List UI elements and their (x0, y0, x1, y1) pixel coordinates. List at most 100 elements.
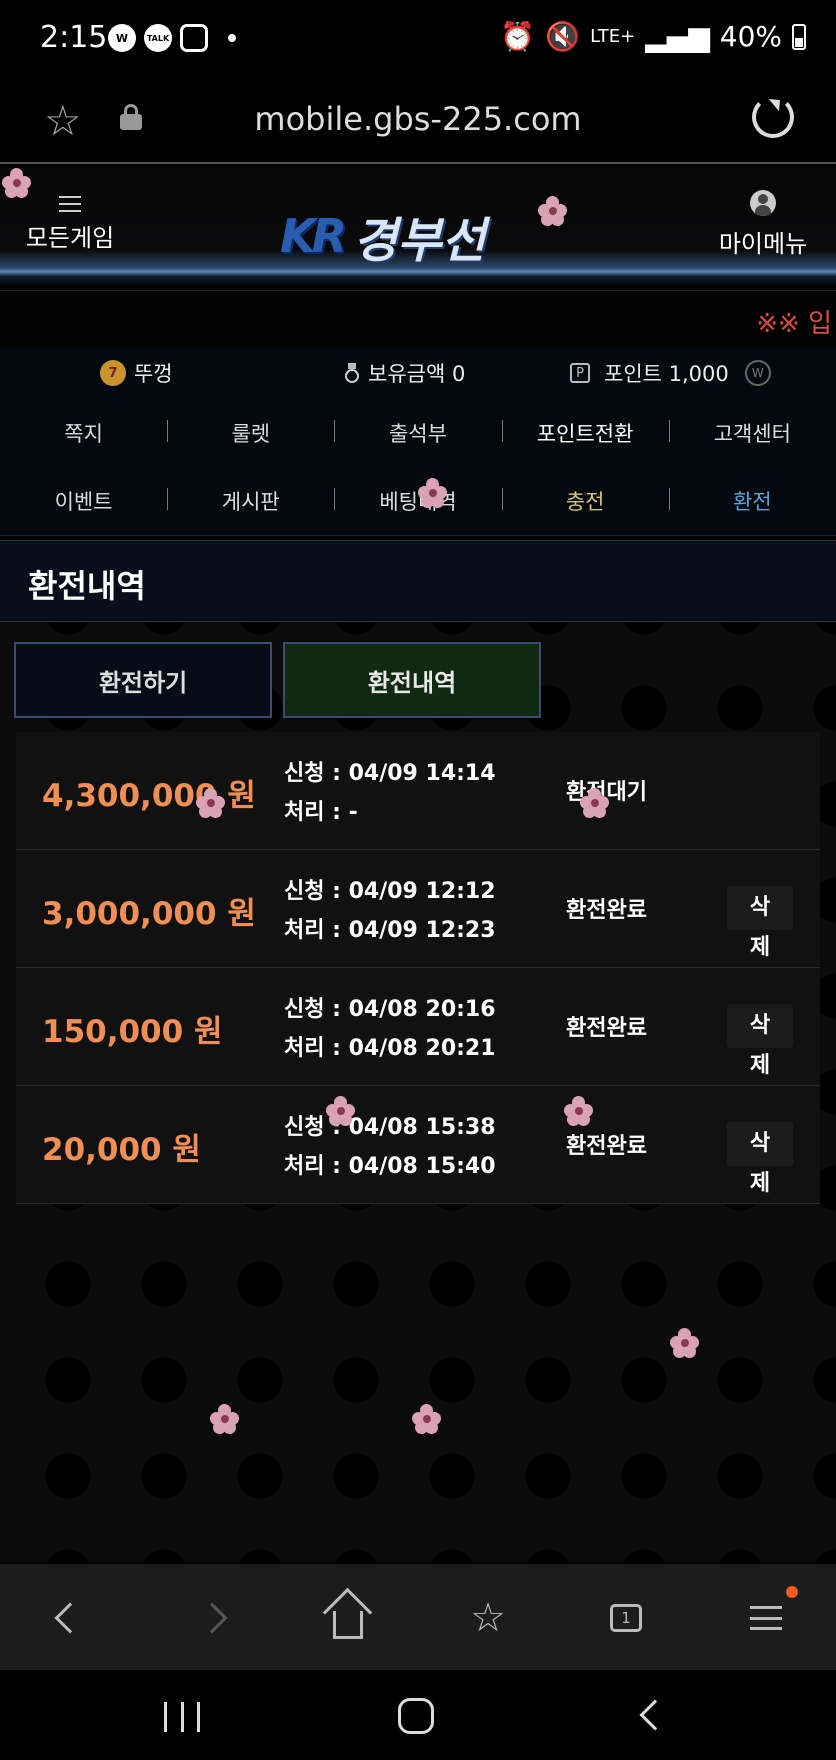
network-type: LTE+ (590, 26, 636, 47)
tab-withdraw-request[interactable]: 환전하기 (14, 642, 272, 718)
tab-withdraw-history[interactable]: 환전내역 (283, 642, 541, 718)
notification-dot (786, 1586, 798, 1598)
points-text: 포인트 1,000 (604, 362, 729, 386)
processed-time: 처리 : - (284, 800, 358, 825)
menu-icon (750, 1606, 782, 1630)
all-games-label: 모든게임 (25, 224, 115, 252)
requested-time: 신청 : 04/09 12:12 (284, 879, 496, 904)
system-nav-bar (0, 1670, 836, 1760)
withdrawal-status: 환전완료 (566, 1016, 647, 1041)
blossom-decoration (210, 1404, 240, 1434)
bookmarks-button[interactable]: ☆ (460, 1590, 516, 1646)
nav-withdraw[interactable]: 환전 (668, 472, 836, 530)
ticker-text: ※※ 입 (756, 309, 832, 339)
notice-ticker: ※※ 입 (0, 290, 836, 348)
nickname-text: 뚜껑 (134, 362, 173, 386)
withdrawal-amount: 150,000 원 (42, 1014, 223, 1050)
notification-icons: W TALK (108, 24, 236, 52)
blossom-decoration (564, 1096, 594, 1126)
user-info-bar: 7 뚜껑 보유금액 0 P 포인트 1,000 W (0, 348, 836, 400)
user-points: P 포인트 1,000 W (570, 358, 771, 388)
delete-label: 삭제 (749, 1131, 771, 1196)
main-nav: 쪽지 룰렛 출석부 포인트전환 고객센터 이벤트 게시판 베팅내역 충전 환전 (0, 400, 836, 536)
withdrawal-list: 4,300,000 원 신청 : 04/09 14:14 처리 : - 환전대기… (16, 732, 820, 1204)
kakaotalk-icon: TALK (144, 24, 172, 52)
hamburger-icon (59, 196, 81, 212)
requested-time: 신청 : 04/09 14:14 (284, 761, 496, 786)
browser-menu-button[interactable] (738, 1590, 794, 1646)
status-bar: 2:15 W TALK ⏰ 🔇 LTE+ ▂▄▆ 40% (0, 0, 836, 80)
battery-percent: 40% (719, 20, 782, 53)
w-app-icon: W (108, 24, 136, 52)
delete-label: 삭제 (749, 895, 771, 960)
system-home-button[interactable] (398, 1698, 434, 1734)
chevron-right-icon (196, 1602, 228, 1634)
nav-customer-center[interactable]: 고객센터 (668, 404, 836, 462)
medal-icon (344, 363, 360, 383)
all-games-menu-button[interactable]: 모든게임 (20, 186, 120, 253)
mute-icon: 🔇 (545, 20, 581, 53)
recent-apps-button[interactable] (164, 1702, 200, 1732)
nav-events[interactable]: 이벤트 (0, 472, 167, 530)
blossom-decoration (418, 478, 448, 508)
more-notifications-dot (228, 34, 236, 42)
blossom-decoration (580, 788, 610, 818)
nav-point-exchange[interactable]: 포인트전환 (501, 404, 669, 462)
star-list-icon: ☆ (470, 1595, 506, 1641)
reload-icon[interactable] (752, 96, 794, 138)
alarm-icon: ⏰ (500, 20, 536, 53)
system-back-button[interactable] (639, 1699, 671, 1731)
my-menu-button[interactable]: 마이메뉴 (708, 186, 818, 259)
withdrawal-dates: 신청 : 04/08 15:38 처리 : 04/08 15:40 (284, 1108, 496, 1186)
withdrawal-row: 3,000,000 원 신청 : 04/09 12:12 처리 : 04/09 … (16, 850, 820, 968)
browser-bottom-bar: ☆ 1 (0, 1564, 836, 1670)
withdrawal-status: 환전완료 (566, 898, 647, 923)
battery-icon (792, 23, 806, 50)
processed-time: 처리 : 04/09 12:23 (284, 918, 496, 943)
user-balance: 보유금액 0 (344, 358, 465, 388)
url-text[interactable]: mobile.gbs-225.com (0, 100, 836, 138)
my-menu-label: 마이메뉴 (718, 230, 808, 258)
requested-time: 신청 : 04/08 20:16 (284, 997, 496, 1022)
nav-messages[interactable]: 쪽지 (0, 404, 167, 462)
instagram-icon (180, 24, 208, 52)
tabs-icon: 1 (610, 1604, 642, 1632)
nav-attendance[interactable]: 출석부 (334, 404, 501, 462)
blossom-decoration (2, 168, 32, 198)
back-button[interactable] (42, 1590, 98, 1646)
delete-button[interactable]: 삭제 (727, 1122, 793, 1196)
nav-roulette[interactable]: 룰렛 (167, 404, 334, 462)
browser-url-bar: ☆ mobile.gbs-225.com (0, 80, 836, 164)
w-coin-icon[interactable]: W (744, 360, 771, 386)
delete-button[interactable]: 삭제 (727, 886, 793, 960)
withdrawal-amount: 3,000,000 원 (42, 896, 256, 932)
withdrawal-dates: 신청 : 04/08 20:16 처리 : 04/08 20:21 (284, 990, 496, 1068)
logo-text: 경부선 (353, 213, 486, 269)
status-right: ⏰ 🔇 LTE+ ▂▄▆ 40% (500, 20, 806, 53)
nav-charge[interactable]: 충전 (501, 472, 669, 530)
status-time: 2:15 (40, 20, 108, 55)
processed-time: 처리 : 04/08 20:21 (284, 1036, 496, 1061)
level-badge-icon: 7 (100, 360, 126, 386)
tabs-button[interactable]: 1 (598, 1590, 654, 1646)
forward-button[interactable] (184, 1590, 240, 1646)
blossom-decoration (412, 1404, 442, 1434)
delete-button[interactable]: 삭제 (727, 1004, 793, 1078)
delete-label: 삭제 (749, 1013, 771, 1078)
points-icon: P (570, 363, 590, 383)
logo-mark: KR (280, 209, 347, 263)
blossom-decoration (196, 788, 226, 818)
blossom-decoration (326, 1096, 356, 1126)
withdrawal-dates: 신청 : 04/09 12:12 처리 : 04/09 12:23 (284, 872, 496, 950)
site-logo[interactable]: KR 경부선 (280, 206, 570, 269)
signal-icon: ▂▄▆ (645, 20, 710, 53)
withdrawal-row: 20,000 원 신청 : 04/08 15:38 처리 : 04/08 15:… (16, 1086, 820, 1204)
page-title: 환전내역 (28, 567, 146, 605)
requested-time: 신청 : 04/08 15:38 (284, 1115, 496, 1140)
person-icon (750, 190, 776, 216)
balance-text: 보유금액 0 (368, 362, 466, 386)
user-nickname: 7 뚜껑 (100, 358, 173, 388)
blossom-decoration (670, 1328, 700, 1358)
nav-board[interactable]: 게시판 (167, 472, 334, 530)
home-button[interactable] (320, 1590, 376, 1646)
